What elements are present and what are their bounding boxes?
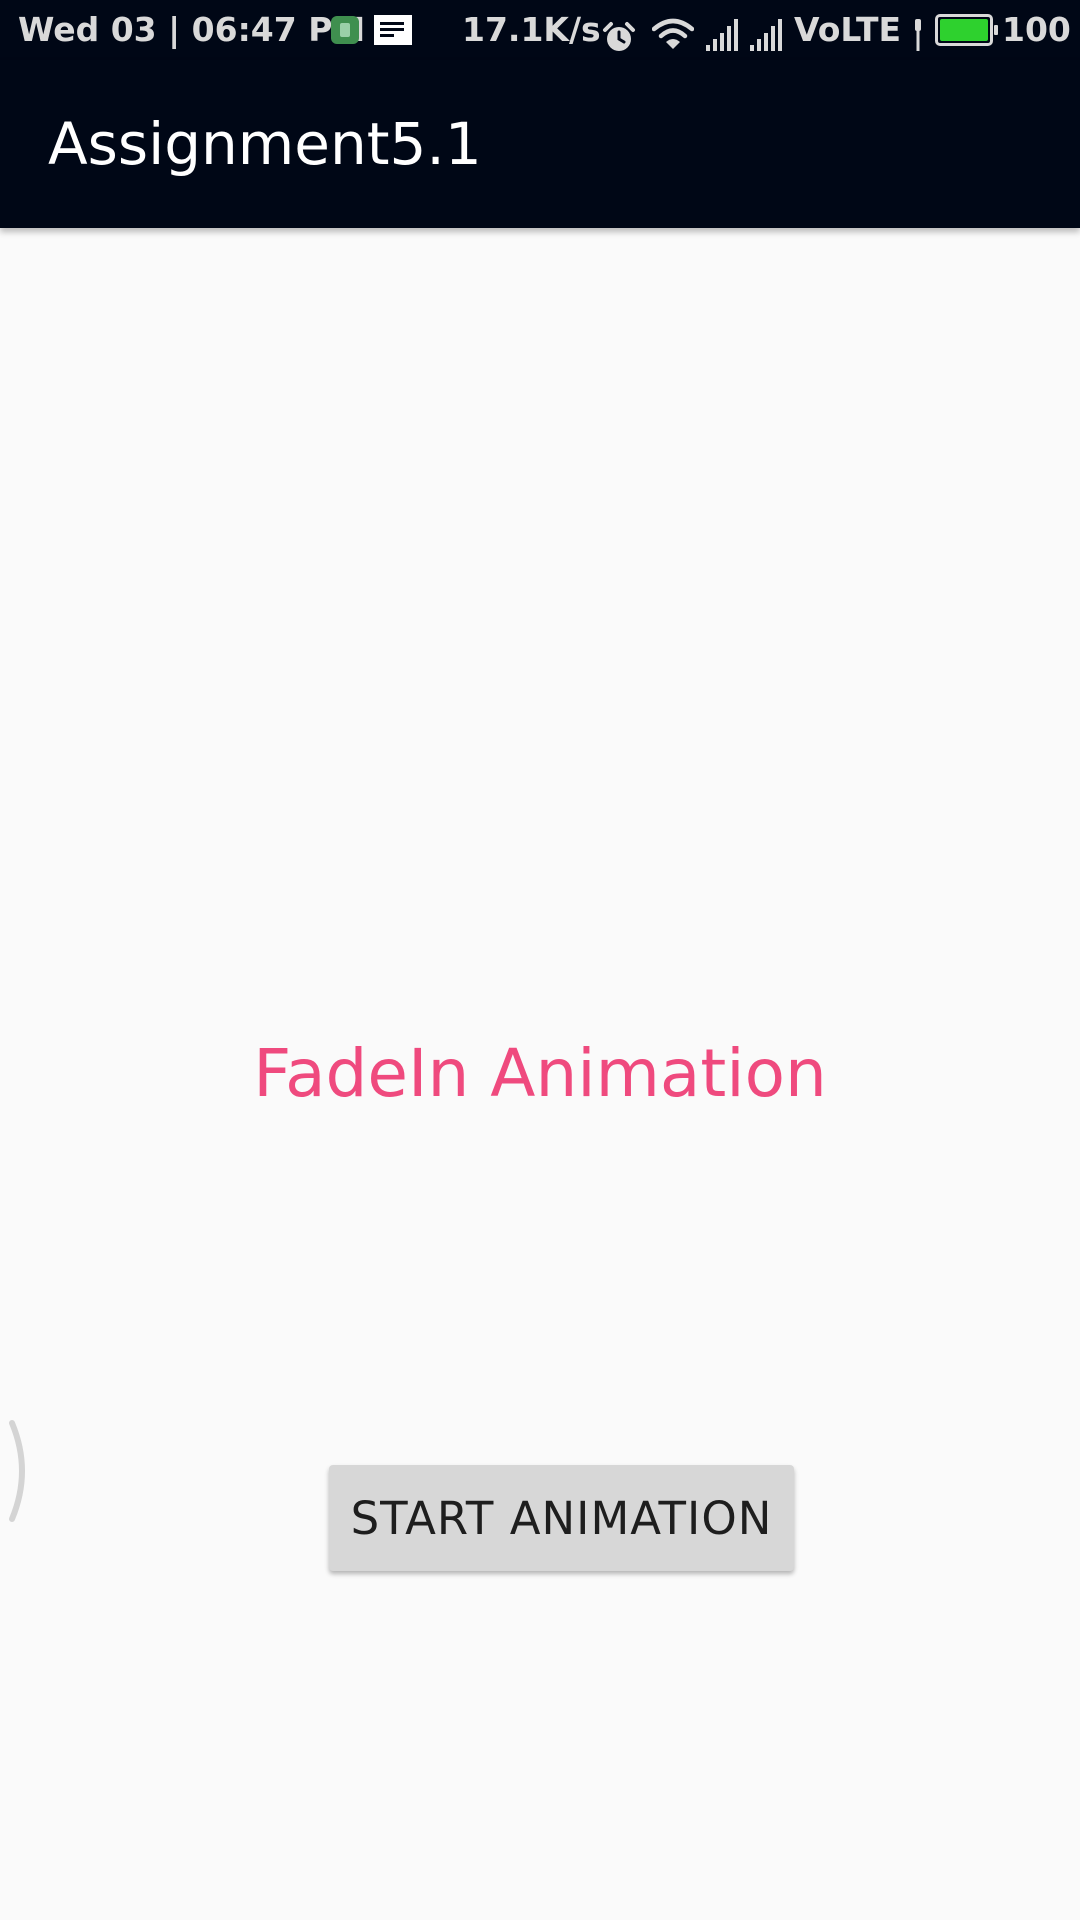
- signal-icon: [749, 12, 785, 51]
- charging-icon: [911, 12, 925, 51]
- status-datetime: Wed 03 | 06:47 PM: [18, 10, 366, 49]
- battery-icon: [935, 14, 998, 46]
- app-bar: Assignment5.1: [0, 60, 1080, 228]
- battery-fill: [940, 19, 988, 41]
- fade-in-text: FadeIn Animation: [253, 1035, 827, 1112]
- edge-swipe-handle-icon[interactable]: [0, 1415, 40, 1527]
- app-title: Assignment5.1: [48, 110, 482, 178]
- signal-icon: [705, 12, 741, 51]
- battery-level: 100: [1002, 10, 1071, 49]
- app-screen: Wed 03 | 06:47 PM 17.1K/s VoLTE 100 Assi…: [0, 0, 1080, 1920]
- network-speed: 17.1K/s: [462, 10, 601, 49]
- network-type: VoLTE: [794, 10, 902, 49]
- status-bar: Wed 03 | 06:47 PM 17.1K/s VoLTE 100: [0, 0, 1080, 60]
- wifi-icon: [651, 12, 695, 49]
- app-notification-icon: [331, 16, 359, 44]
- alarm-icon: [602, 14, 636, 51]
- message-icon: [374, 15, 412, 45]
- start-animation-button[interactable]: START ANIMATION: [329, 1465, 794, 1571]
